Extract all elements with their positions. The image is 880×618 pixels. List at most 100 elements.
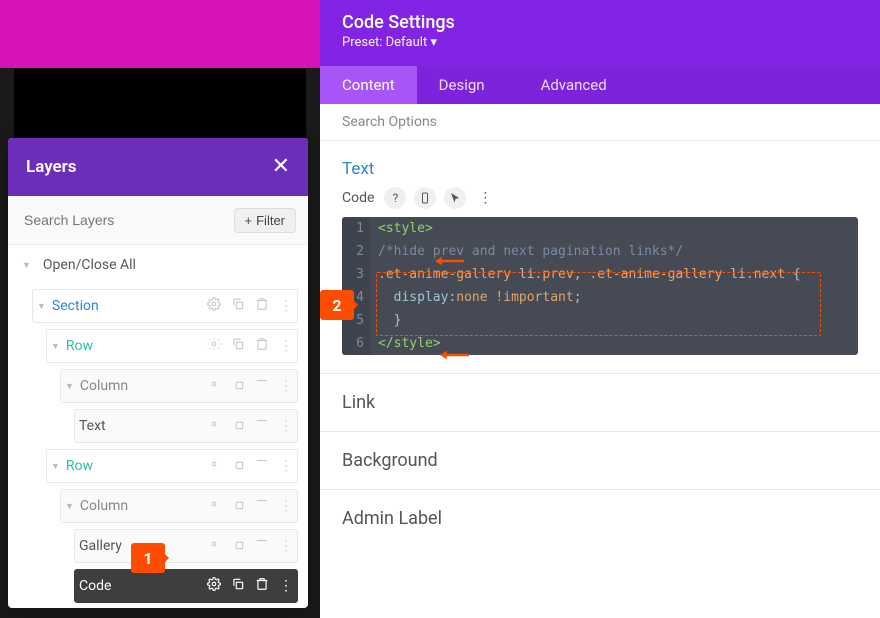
trash-icon[interactable]: [255, 377, 269, 395]
code-text: /*hide prev and next pagination links*/: [378, 244, 683, 259]
duplicate-icon[interactable]: [231, 577, 245, 595]
settings-content: Text Code ? ⋮ 1<style> 2/*hide prev and …: [320, 141, 880, 618]
marker-number: 2: [332, 296, 341, 315]
trash-icon[interactable]: [255, 497, 269, 515]
gear-icon[interactable]: [207, 457, 221, 475]
search-layers-input[interactable]: [20, 206, 228, 234]
more-icon[interactable]: ⋮: [279, 498, 293, 514]
duplicate-icon[interactable]: [231, 417, 245, 435]
tab-advanced[interactable]: Advanced: [519, 66, 629, 104]
gear-icon[interactable]: [207, 497, 221, 515]
layer-module-text[interactable]: Text ⋮: [74, 409, 298, 443]
gear-icon[interactable]: [207, 377, 221, 395]
code-text: display: [378, 290, 448, 305]
duplicate-icon[interactable]: [231, 337, 245, 355]
more-icon[interactable]: ⋮: [279, 538, 293, 554]
layer-label: Column: [80, 496, 207, 516]
gear-icon[interactable]: [207, 417, 221, 435]
trash-icon[interactable]: [255, 537, 269, 555]
layer-label: Section: [52, 296, 207, 316]
tab-design[interactable]: Design: [417, 66, 507, 104]
code-editor[interactable]: 1<style> 2/*hide prev and next paginatio…: [342, 217, 858, 355]
layer-row-actions: ⋮: [207, 337, 293, 355]
settings-panel: Code Settings Preset: Default ▾ Content …: [320, 0, 880, 618]
preset-dropdown[interactable]: Preset: Default ▾: [342, 35, 858, 50]
open-close-label: Open/Close All: [43, 257, 136, 273]
link-section-heading[interactable]: Link: [320, 373, 880, 431]
chevron-down-icon: ▼: [51, 461, 60, 472]
help-icon[interactable]: ?: [384, 187, 406, 209]
layer-column[interactable]: ▼ Column ⋮: [60, 369, 298, 403]
chevron-down-icon: ▼: [51, 341, 60, 352]
annotation-arrow-icon: [435, 254, 469, 268]
layer-label: Row: [66, 336, 207, 356]
layer-row-actions: ⋮: [207, 577, 293, 595]
gear-icon[interactable]: [207, 297, 221, 315]
duplicate-icon[interactable]: [231, 457, 245, 475]
chevron-down-icon: ▼: [65, 501, 74, 512]
settings-title: Code Settings: [342, 12, 858, 33]
code-text: li: [511, 267, 534, 282]
code-text: li: [722, 267, 745, 282]
layer-label: Column: [80, 376, 207, 396]
open-close-all[interactable]: ▼ Open/Close All: [8, 245, 308, 283]
admin-label-section-heading[interactable]: Admin Label: [320, 489, 880, 547]
tab-content[interactable]: Content: [320, 66, 417, 104]
more-icon[interactable]: ⋮: [279, 378, 293, 394]
duplicate-icon[interactable]: [231, 537, 245, 555]
close-icon[interactable]: ✕: [272, 156, 290, 178]
layer-row[interactable]: ▼ Row ⋮: [46, 449, 298, 483]
code-text: none: [456, 290, 487, 305]
more-icon[interactable]: ⋮: [279, 458, 293, 474]
duplicate-icon[interactable]: [231, 377, 245, 395]
gear-icon[interactable]: [207, 577, 221, 595]
code-option-icons: ? ⋮: [384, 187, 496, 209]
trash-icon[interactable]: [255, 297, 269, 315]
search-options[interactable]: Search Options: [320, 104, 880, 141]
code-text: .et-anime-gallery: [589, 267, 722, 282]
layer-section[interactable]: ▼ Section ⋮: [32, 289, 298, 323]
layer-row-actions: ⋮: [207, 457, 293, 475]
hover-icon[interactable]: [444, 187, 466, 209]
layer-row-actions: ⋮: [207, 497, 293, 515]
phone-icon[interactable]: [414, 187, 436, 209]
gear-icon[interactable]: [207, 537, 221, 555]
layer-row-actions: ⋮: [207, 417, 293, 435]
layers-header: Layers ✕: [8, 138, 308, 196]
code-text: .prev: [535, 267, 574, 282]
layer-column[interactable]: ▼ Column ⋮: [60, 489, 298, 523]
trash-icon[interactable]: [255, 337, 269, 355]
chevron-down-icon: ▼: [65, 381, 74, 392]
text-section-heading[interactable]: Text: [320, 141, 880, 187]
layer-row-actions: ⋮: [207, 537, 293, 555]
settings-tabs: Content Design Advanced: [320, 66, 880, 104]
more-icon[interactable]: ⋮: [279, 578, 293, 594]
layer-label: Text: [79, 416, 207, 436]
chevron-down-icon: ▼: [22, 260, 31, 271]
code-text: <style>: [378, 221, 433, 236]
code-label-row: Code ? ⋮: [320, 187, 880, 217]
gear-icon[interactable]: [207, 337, 221, 355]
code-text: .et-anime-gallery: [378, 267, 511, 282]
background-section-heading[interactable]: Background: [320, 431, 880, 489]
annotation-marker-1: 1: [131, 543, 165, 573]
duplicate-icon[interactable]: [231, 297, 245, 315]
layer-row-actions: ⋮: [207, 377, 293, 395]
filter-button[interactable]: + Filter: [234, 208, 296, 233]
layers-title: Layers: [26, 157, 77, 177]
more-icon[interactable]: ⋮: [474, 190, 496, 206]
marker-number: 1: [143, 549, 152, 568]
more-icon[interactable]: ⋮: [279, 418, 293, 434]
duplicate-icon[interactable]: [231, 497, 245, 515]
more-icon[interactable]: ⋮: [279, 298, 293, 314]
layer-module-code[interactable]: Code ⋮: [74, 569, 298, 603]
page-bg-black: [14, 68, 306, 138]
trash-icon[interactable]: [255, 577, 269, 595]
layer-row[interactable]: ▼ Row ⋮: [46, 329, 298, 363]
trash-icon[interactable]: [255, 417, 269, 435]
more-icon[interactable]: ⋮: [279, 338, 293, 354]
layer-module-gallery[interactable]: Gallery ⋮: [74, 529, 298, 563]
chevron-down-icon: ▼: [37, 301, 46, 312]
trash-icon[interactable]: [255, 457, 269, 475]
annotation-marker-2: 2: [320, 290, 354, 320]
